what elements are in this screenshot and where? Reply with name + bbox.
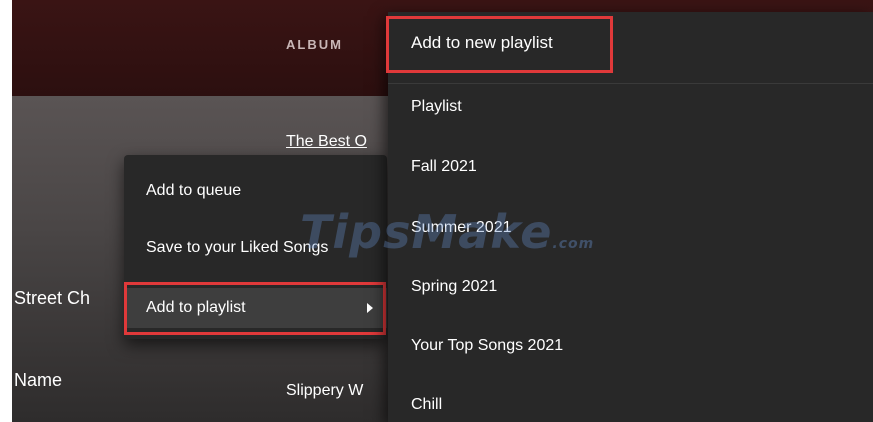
track-row-partial-text: Street Ch bbox=[14, 288, 91, 308]
menu-item-label: Add to playlist bbox=[146, 299, 246, 316]
playlist-item[interactable]: Chill bbox=[388, 382, 873, 422]
album-type-label: ALBUM bbox=[286, 37, 343, 52]
submenu-item-label: Playlist bbox=[411, 98, 462, 115]
submenu-item-label: Chill bbox=[411, 396, 443, 413]
playlist-submenu: Add to new playlist Playlist Fall 2021 S… bbox=[388, 12, 873, 422]
menu-item-save-liked-songs[interactable]: Save to your Liked Songs bbox=[124, 228, 387, 268]
screenshot-stage: ALBUM The Best O Street Ch Name Slippery… bbox=[0, 0, 873, 422]
menu-item-label: Add to queue bbox=[146, 182, 242, 199]
submenu-item-label: Your Top Songs 2021 bbox=[411, 337, 564, 354]
album-title-link[interactable]: The Best O bbox=[286, 133, 386, 151]
caret-right-icon bbox=[367, 303, 373, 313]
playlist-item[interactable]: Fall 2021 bbox=[388, 144, 873, 190]
artist-link[interactable]: Slippery W bbox=[286, 382, 386, 400]
playlist-item[interactable]: Your Top Songs 2021 bbox=[388, 323, 873, 369]
menu-item-add-to-playlist[interactable]: Add to playlist bbox=[124, 288, 387, 328]
track-context-menu: Add to queue Save to your Liked Songs Ad… bbox=[124, 155, 387, 339]
playlist-item[interactable]: Spring 2021 bbox=[388, 264, 873, 310]
add-to-new-playlist-item[interactable]: Add to new playlist bbox=[388, 20, 873, 66]
playlist-item[interactable]: Summer 2021 bbox=[388, 205, 873, 251]
menu-item-label: Save to your Liked Songs bbox=[146, 239, 329, 256]
track-name-partial-text: Name bbox=[14, 370, 63, 390]
submenu-item-label: Fall 2021 bbox=[411, 158, 477, 175]
playlist-item[interactable]: Playlist bbox=[388, 84, 873, 130]
submenu-item-label: Spring 2021 bbox=[411, 278, 498, 295]
menu-item-add-to-queue[interactable]: Add to queue bbox=[124, 171, 387, 211]
submenu-item-label: Summer 2021 bbox=[411, 219, 512, 236]
submenu-item-label: Add to new playlist bbox=[411, 33, 553, 52]
